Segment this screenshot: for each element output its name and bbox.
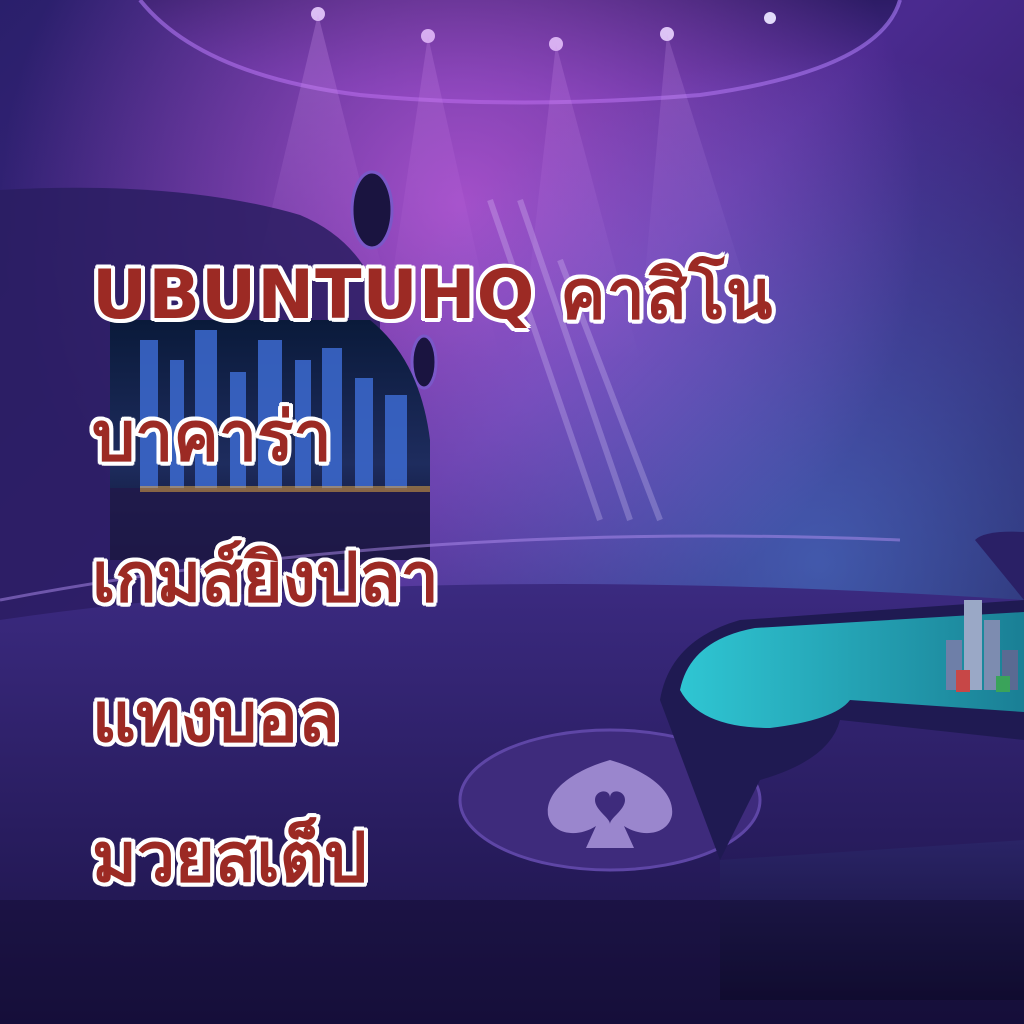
title-line-boxing-parlay: มวยสเต็ป — [92, 819, 367, 898]
title-line-football-betting: แทงบอล — [92, 679, 340, 758]
title-line-baccarat: บาคาร่า — [92, 398, 332, 477]
title-line-fishing-game: เกมส์ยิงปลา — [92, 539, 439, 618]
title-line-brand: UBUNTUHQ คาสิโน — [92, 256, 774, 335]
title-text-block: UBUNTUHQ คาสิโน บาคาร่า เกมส์ยิงปลา แทงบ… — [0, 0, 1024, 1024]
